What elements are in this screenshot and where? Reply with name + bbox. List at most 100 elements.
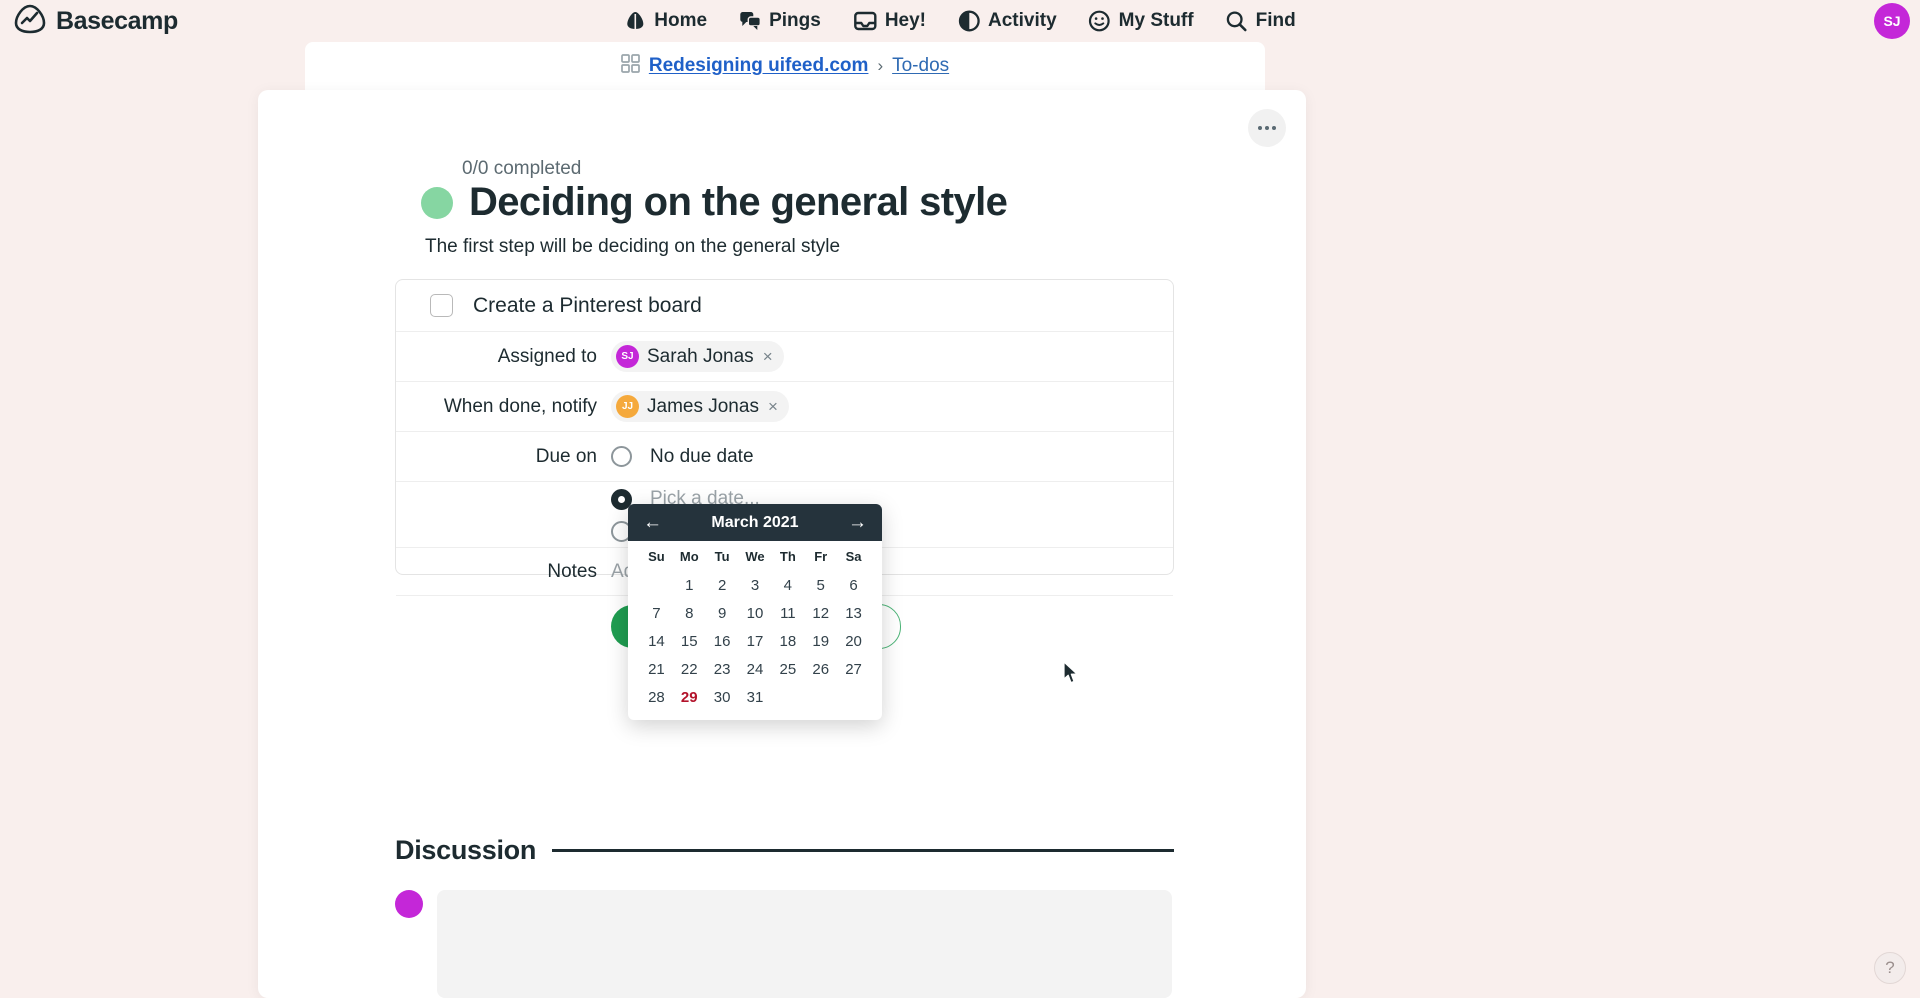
ellipsis-icon[interactable] [1248, 109, 1286, 147]
breadcrumb-section-link[interactable]: To-dos [892, 55, 949, 77]
basecamp-logo-icon [14, 4, 46, 39]
date-picker-day[interactable]: 19 [804, 633, 837, 650]
breadcrumb: Redesigning uifeed.com › To-dos [620, 53, 949, 79]
avatar-initials: SJ [1883, 13, 1901, 29]
date-picker-weekday: Sa [845, 549, 862, 564]
date-picker-day[interactable]: 26 [804, 661, 837, 678]
brand-logo[interactable]: Basecamp [14, 4, 178, 39]
date-picker-day[interactable]: 2 [706, 577, 739, 594]
nav-item-my-stuff[interactable]: My Stuff [1089, 10, 1194, 32]
dot [1265, 126, 1269, 130]
nav-item-home[interactable]: Home [624, 10, 707, 32]
date-picker-day[interactable]: 20 [837, 633, 870, 650]
nav-label-my-stuff: My Stuff [1118, 10, 1194, 31]
grid-squares-icon [620, 53, 640, 79]
comment-input[interactable] [437, 890, 1172, 998]
nav-item-pings[interactable]: Pings [739, 10, 821, 32]
notify-row: When done, notify JJ James Jonas × [396, 382, 1173, 432]
breadcrumb-bar: Redesigning uifeed.com › To-dos [305, 42, 1265, 90]
date-picker-day[interactable]: 11 [771, 605, 804, 622]
nav-label-hey: Hey! [884, 10, 927, 31]
date-picker-weekday: We [745, 549, 765, 564]
notify-label: When done, notify [443, 395, 597, 417]
date-picker-day[interactable]: 8 [673, 605, 706, 622]
brand-name: Basecamp [56, 6, 178, 35]
nav-label-find: Find [1255, 10, 1296, 31]
date-picker-day[interactable]: 14 [640, 633, 673, 650]
remove-assignee-icon[interactable]: × [762, 348, 773, 365]
date-picker-day[interactable]: 29 [673, 689, 706, 706]
assignee-initials: SJ [621, 351, 634, 362]
date-picker-day[interactable]: 15 [673, 633, 706, 650]
nav-label-pings: Pings [769, 10, 821, 31]
date-picker-day[interactable]: 12 [804, 605, 837, 622]
breadcrumb-project-link[interactable]: Redesigning uifeed.com [649, 55, 869, 77]
todo-list-description: The first step will be deciding on the g… [425, 236, 841, 257]
smiley-face-icon [1089, 10, 1111, 32]
date-picker-day[interactable]: 13 [837, 605, 870, 622]
comment-composer-row [395, 890, 1172, 998]
date-picker-day[interactable]: 27 [837, 661, 870, 678]
pie-clock-icon [958, 10, 980, 32]
inbox-icon [853, 11, 877, 31]
date-picker-blank-cell [640, 577, 673, 594]
date-picker-day[interactable]: 18 [771, 633, 804, 650]
app-root: Basecamp Home Pings Hey! Activity My Stu… [0, 0, 1920, 998]
nav-item-find[interactable]: Find [1226, 10, 1296, 32]
date-picker-day[interactable]: 6 [837, 577, 870, 594]
date-picker-body: Su Mo Tu We Th Fr Sa 1 2 3 4 5 6 7 8 9 10 11 12 13 14 15 16 17 1… [628, 541, 882, 720]
date-picker-day[interactable]: 21 [640, 661, 673, 678]
nav-item-hey[interactable]: Hey! [853, 10, 926, 32]
date-picker-day[interactable]: 25 [771, 661, 804, 678]
radio-no-due-date[interactable] [611, 446, 632, 467]
divider [552, 849, 1174, 852]
date-picker-day[interactable]: 24 [739, 661, 772, 678]
avatar[interactable]: SJ [1874, 3, 1910, 39]
date-picker-popover: ← March 2021 → Su Mo Tu We Th Fr Sa 1 2 3 4 5 6 7 8 9 10… [628, 504, 882, 720]
date-picker-day[interactable]: 10 [739, 605, 772, 622]
dot [1272, 126, 1276, 130]
todo-list-title: Deciding on the general style [469, 180, 1008, 224]
todo-title-row: Create a Pinterest board [396, 280, 1173, 332]
date-picker-day[interactable]: 28 [640, 689, 673, 706]
remove-notify-icon[interactable]: × [767, 398, 778, 415]
date-picker-day[interactable]: 9 [706, 605, 739, 622]
date-picker-day[interactable]: 16 [706, 633, 739, 650]
mouse-cursor-icon [1063, 661, 1080, 690]
notify-name: James Jonas [647, 395, 759, 417]
assigned-to-row: Assigned to SJ Sarah Jonas × [396, 332, 1173, 382]
notify-initials: JJ [621, 401, 634, 412]
chat-bubbles-icon [739, 11, 761, 31]
assignee-name: Sarah Jonas [647, 345, 754, 367]
assignee-avatar: SJ [616, 345, 639, 368]
date-picker-day[interactable]: 3 [739, 577, 772, 594]
date-picker-day[interactable]: 31 [739, 689, 772, 706]
date-picker-day[interactable]: 17 [739, 633, 772, 650]
date-picker-header: ← March 2021 → [628, 504, 882, 541]
question-mark-icon[interactable]: ? [1874, 952, 1906, 984]
top-navigation-bar: Basecamp Home Pings Hey! Activity My Stu… [0, 0, 1920, 42]
assignee-chip[interactable]: SJ Sarah Jonas × [611, 341, 784, 372]
home-icon [624, 10, 646, 32]
notify-chip[interactable]: JJ James Jonas × [611, 391, 789, 422]
date-picker-day[interactable]: 22 [673, 661, 706, 678]
date-picker-grid: Su Mo Tu We Th Fr Sa 1 2 3 4 5 6 7 8 9 10 11 12 13 14 15 16 17 1… [640, 549, 870, 706]
date-picker-day[interactable]: 1 [673, 577, 706, 594]
breadcrumb-separator: › [877, 56, 884, 75]
date-picker-day[interactable]: 30 [706, 689, 739, 706]
todo-title-text[interactable]: Create a Pinterest board [473, 294, 702, 318]
arrow-right-icon[interactable]: → [848, 513, 867, 532]
completed-count: 0/0 completed [462, 158, 582, 179]
page-title: Deciding on the general style [421, 180, 1008, 225]
todo-checkbox[interactable] [430, 294, 453, 317]
date-picker-day[interactable]: 7 [640, 605, 673, 622]
radio-label-no-due-date[interactable]: No due date [650, 446, 754, 468]
date-picker-day[interactable]: 4 [771, 577, 804, 594]
nav-item-activity[interactable]: Activity [958, 10, 1057, 32]
date-picker-day[interactable]: 5 [804, 577, 837, 594]
nav-label-home: Home [654, 10, 708, 31]
main-nav: Home Pings Hey! Activity My Stuff Find [624, 10, 1296, 32]
arrow-left-icon[interactable]: ← [643, 513, 662, 532]
dot [1258, 126, 1262, 130]
date-picker-day[interactable]: 23 [706, 661, 739, 678]
